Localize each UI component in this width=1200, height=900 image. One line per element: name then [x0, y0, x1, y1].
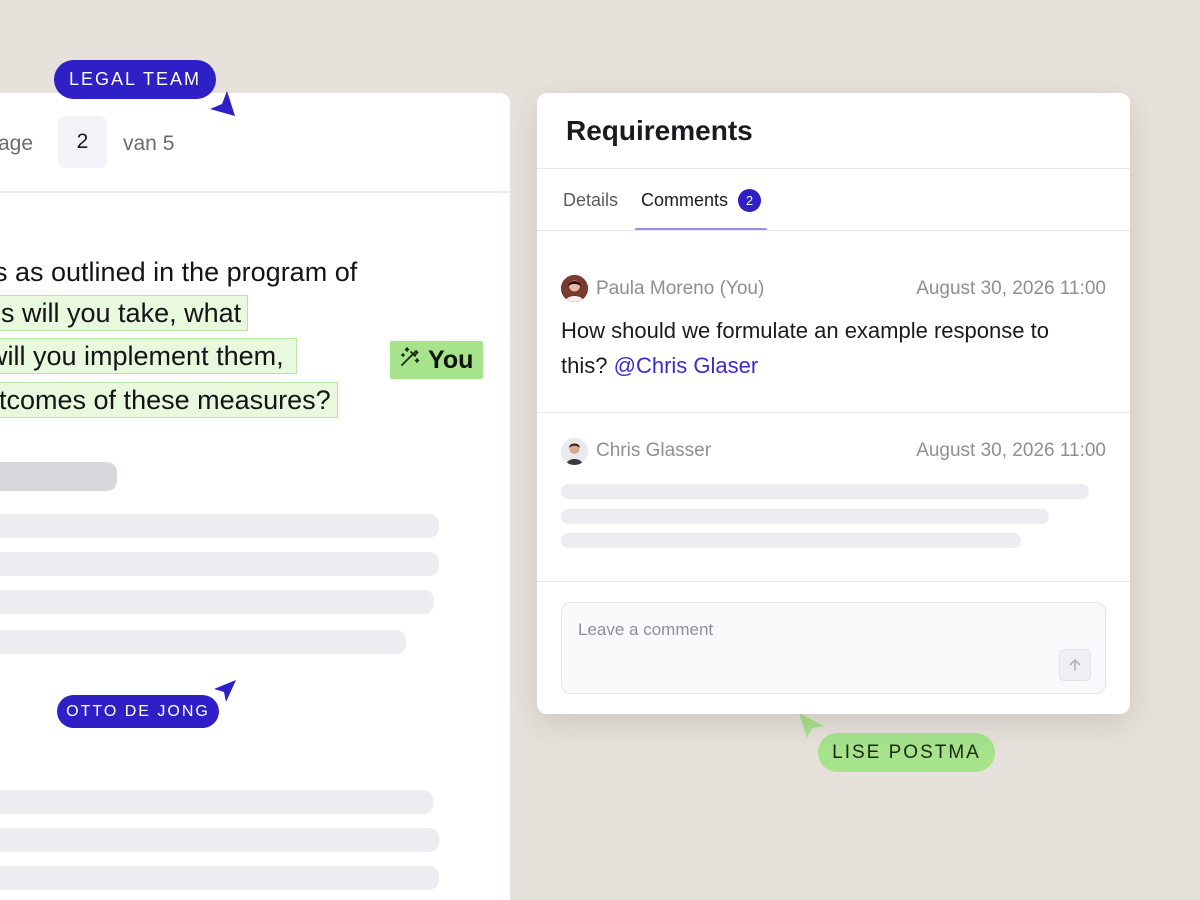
cursor-pointer-icon: [799, 713, 824, 738]
send-comment-button[interactable]: [1059, 649, 1091, 681]
skeleton-heading: [0, 462, 117, 491]
arrow-up-icon: [1069, 659, 1081, 671]
panel-title: Requirements: [566, 115, 753, 146]
skeleton-line: [561, 509, 1049, 524]
skeleton-line: [561, 533, 1021, 548]
comment-timestamp: August 30, 2026 11:00: [916, 440, 1106, 461]
avatar: [561, 438, 588, 465]
comment-author: Paula Moreno (You): [596, 278, 765, 299]
document-text-line-highlighted[interactable]: will you implement them,: [0, 338, 297, 374]
comment-composer: [561, 602, 1106, 694]
tab-details[interactable]: Details: [563, 190, 618, 211]
skeleton-line: [0, 790, 433, 814]
editor-presence-tag: You: [390, 341, 484, 379]
comment-input[interactable]: [576, 619, 1020, 641]
skeleton-line: [0, 866, 439, 890]
magic-pen-icon: [398, 345, 422, 376]
skeleton-line: [561, 484, 1089, 499]
divider: [537, 230, 1130, 231]
editor-presence-label: You: [428, 345, 474, 374]
pager-total: van 5: [123, 132, 175, 155]
collaborator-badge-otto: OTTO DE JONG: [57, 695, 219, 728]
document-text-line: s as outlined in the program of: [0, 257, 358, 287]
cursor-pointer-icon: [214, 680, 236, 702]
comment-author: Chris Glasser: [596, 440, 712, 461]
requirements-panel: Requirements Details Comments 2 Paula Mo…: [537, 93, 1130, 714]
document-text-line-highlighted[interactable]: utcomes of these measures?: [0, 382, 338, 418]
skeleton-line: [0, 552, 439, 576]
comments-count-badge: 2: [738, 189, 761, 212]
document-header: Page 2 van 5: [0, 93, 510, 193]
collaborator-badge-lise: LISE POSTMA: [818, 733, 995, 772]
skeleton-line: [0, 630, 406, 654]
skeleton-line: [0, 514, 439, 538]
pager-label: Page: [0, 132, 34, 155]
document-text-line-highlighted[interactable]: es will you take, what: [0, 295, 249, 331]
divider: [537, 412, 1130, 413]
comment-body: How should we formulate an example respo…: [561, 318, 1049, 378]
cursor-pointer-icon: [210, 91, 235, 116]
document-panel: Page 2 van 5 s as outlined in the progra…: [0, 93, 510, 900]
divider: [537, 581, 1130, 582]
skeleton-line: [0, 828, 439, 852]
page-number-input[interactable]: 2: [58, 116, 107, 168]
mention-link[interactable]: @Chris Glaser: [614, 353, 759, 378]
tab-comments[interactable]: Comments: [641, 190, 728, 211]
collaborator-badge-legal-team: LEGAL TEAM: [54, 60, 216, 99]
avatar: [561, 275, 588, 302]
divider: [537, 168, 1130, 169]
comment-timestamp: August 30, 2026 11:00: [916, 278, 1106, 299]
skeleton-line: [0, 590, 434, 614]
